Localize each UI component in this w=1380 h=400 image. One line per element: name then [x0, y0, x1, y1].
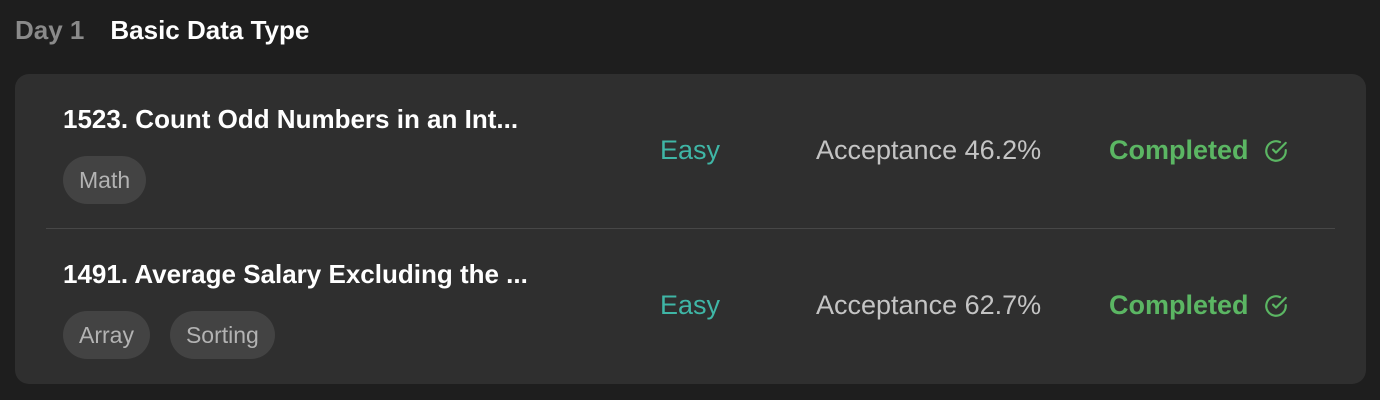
status-label: Completed: [1109, 135, 1249, 165]
problem-row[interactable]: 1523. Count Odd Numbers in an Int... Mat…: [15, 74, 1366, 229]
tag-badge[interactable]: Math: [63, 156, 147, 204]
problem-list-card: 1523. Count Odd Numbers in an Int... Mat…: [15, 74, 1366, 384]
completion-status: Completed: [1109, 290, 1289, 321]
problem-title[interactable]: 1491. Average Salary Excluding the ...: [63, 259, 528, 290]
difficulty-label: Easy: [660, 290, 721, 320]
tag-badge[interactable]: Sorting: [169, 311, 275, 359]
problem-tags: Array Sorting: [63, 311, 275, 359]
acceptance-rate: Acceptance 62.7%: [816, 290, 1042, 320]
problem-tags: Math: [63, 156, 147, 204]
check-circle-icon: [1263, 138, 1289, 164]
status-label: Completed: [1109, 290, 1249, 320]
acceptance-rate: Acceptance 46.2%: [816, 135, 1042, 165]
problem-title[interactable]: 1523. Count Odd Numbers in an Int...: [63, 104, 518, 135]
difficulty-label: Easy: [660, 135, 721, 165]
problem-row[interactable]: 1491. Average Salary Excluding the ... A…: [15, 229, 1366, 384]
tag-badge[interactable]: Array: [63, 311, 150, 359]
completion-status: Completed: [1109, 135, 1289, 166]
day-label: Day 1: [15, 14, 85, 45]
section-title: Basic Data Type: [110, 14, 310, 45]
day-header: Day 1 Basic Data Type: [15, 12, 309, 48]
check-circle-icon: [1263, 293, 1289, 319]
